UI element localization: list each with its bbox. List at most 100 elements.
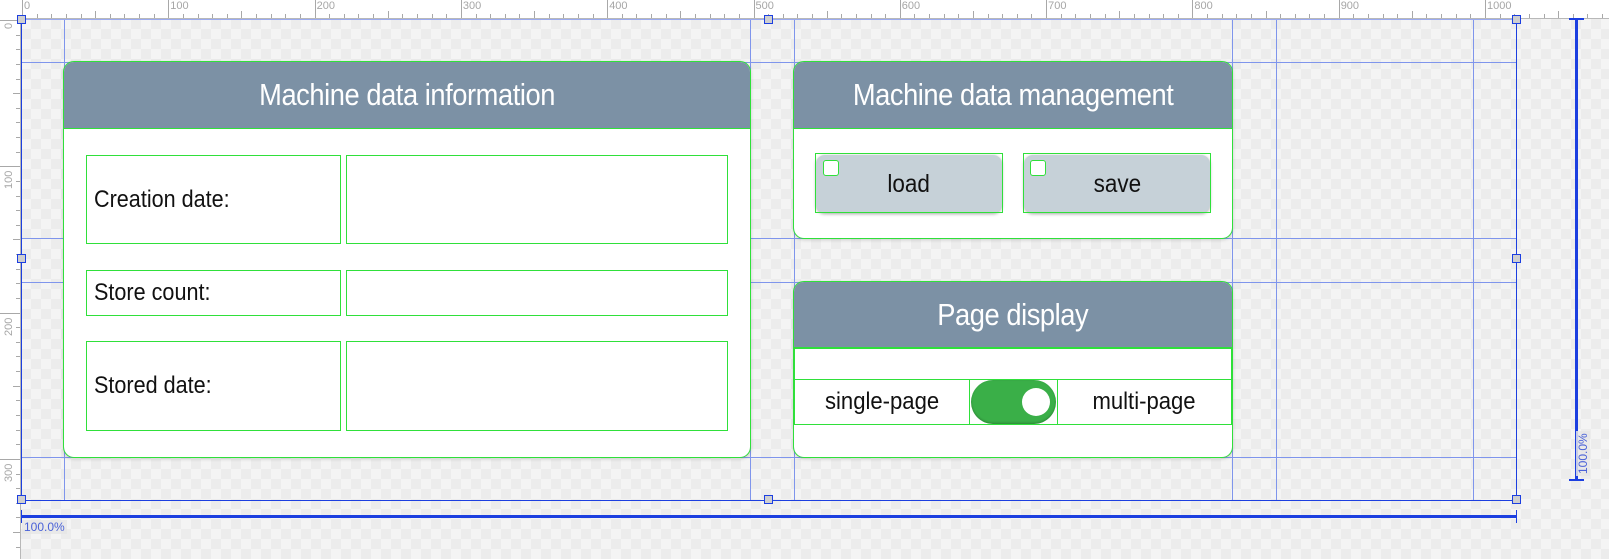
ruler-tick — [929, 14, 931, 18]
ruler-tick — [358, 14, 360, 18]
ruler-top[interactable]: 0 100 200 300 400 500 600 700 800 900 1000 — [20, 0, 1609, 19]
panel-header: Machine data management — [794, 62, 1232, 129]
stored-date-label: Stored date: — [86, 341, 341, 431]
ruler-label: 900 — [1340, 0, 1360, 12]
save-button-outline — [1023, 153, 1211, 213]
store-count-field[interactable] — [346, 270, 728, 316]
ruler-tick — [241, 11, 243, 18]
ruler-tick — [1002, 14, 1004, 18]
panel-title: Machine data information — [259, 77, 555, 112]
panel-title: Page display — [937, 296, 1089, 332]
ruler-tick — [534, 11, 536, 18]
ruler-label: 1000 — [1487, 0, 1512, 12]
ruler-tick — [343, 14, 345, 18]
height-dimension-cap-bottom — [1569, 479, 1584, 481]
ruler-tick — [680, 11, 682, 18]
ruler-tick — [1133, 14, 1135, 18]
ruler-tick — [299, 14, 301, 18]
ruler-tick — [285, 14, 287, 18]
ruler-tick — [168, 0, 170, 18]
ruler-tick — [1148, 14, 1150, 18]
ruler-left[interactable]: 0 100 200 300 — [0, 18, 21, 559]
ruler-tick — [16, 400, 20, 402]
ruler-tick — [65, 14, 67, 18]
resize-handle-middle-right[interactable] — [1512, 254, 1521, 263]
ruler-tick — [1338, 0, 1340, 18]
ruler-tick — [987, 14, 989, 18]
ruler-tick — [1602, 14, 1604, 18]
ruler-label: 300 — [3, 463, 15, 482]
ruler-tick — [16, 268, 20, 270]
ruler-label: 300 — [462, 0, 482, 12]
ruler-tick — [972, 11, 974, 18]
height-percent-label: 100.0% — [1576, 431, 1590, 476]
load-button-indicator — [823, 160, 839, 176]
stored-date-field[interactable] — [346, 341, 728, 431]
ruler-label: 200 — [316, 0, 335, 12]
ruler-tick — [1485, 0, 1486, 18]
store-count-label: Store count: — [86, 270, 341, 316]
guide-line-vertical[interactable] — [1473, 19, 1474, 501]
ruler-tick — [855, 14, 857, 18]
ruler-tick — [197, 14, 199, 18]
ruler-tick — [16, 49, 20, 51]
ruler-tick — [16, 224, 20, 226]
machine-data-management-panel: Machine data management load save — [793, 61, 1233, 239]
page-mode-toggle[interactable] — [971, 380, 1056, 424]
ruler-tick — [16, 137, 20, 139]
ruler-label: 500 — [755, 0, 774, 12]
load-button-outline — [815, 153, 1003, 213]
resize-handle-bottom-left[interactable] — [17, 495, 26, 504]
ruler-tick — [16, 195, 20, 197]
ruler-tick — [0, 458, 20, 460]
ruler-tick — [109, 14, 111, 18]
resize-handle-bottom-center[interactable] — [764, 495, 773, 504]
ruler-label: 100 — [3, 170, 15, 190]
panel-header: Machine data information — [64, 62, 750, 129]
toggle-knob — [1022, 388, 1050, 416]
ruler-tick — [577, 14, 579, 18]
ruler-tick — [16, 180, 20, 182]
ruler-tick — [1382, 14, 1384, 18]
guide-line-vertical[interactable] — [1232, 19, 1233, 501]
ruler-tick — [16, 151, 20, 153]
ruler-tick — [519, 14, 521, 18]
ruler-tick — [1499, 14, 1501, 18]
resize-handle-bottom-right[interactable] — [1512, 495, 1521, 504]
ruler-label: 0 — [24, 0, 31, 12]
resize-handle-top-center[interactable] — [764, 15, 773, 24]
ruler-tick — [1367, 14, 1369, 18]
ruler-tick — [373, 14, 375, 18]
resize-handle-top-right[interactable] — [1512, 15, 1521, 24]
ruler-tick — [1587, 14, 1589, 18]
machine-data-information-panel: Machine data information Creation date: … — [63, 61, 751, 458]
ruler-tick — [16, 341, 20, 343]
resize-handle-middle-left[interactable] — [17, 254, 26, 263]
ruler-tick — [124, 14, 126, 18]
ruler-tick — [1558, 11, 1560, 18]
ruler-tick — [139, 14, 141, 18]
guide-line-horizontal[interactable] — [21, 457, 1516, 458]
ruler-tick — [797, 14, 799, 18]
guide-line-vertical[interactable] — [750, 19, 751, 501]
guide-line-vertical[interactable] — [1276, 19, 1277, 501]
ruler-tick — [1221, 14, 1223, 18]
ruler-tick — [16, 34, 20, 36]
ruler-tick — [1324, 14, 1326, 18]
ruler-label: 400 — [609, 0, 628, 12]
ruler-tick — [1060, 14, 1062, 18]
multi-page-label[interactable]: multi-page — [1057, 379, 1232, 425]
ruler-tick — [1250, 14, 1252, 18]
ruler-tick — [329, 14, 331, 18]
ruler-tick — [36, 14, 38, 18]
ruler-tick — [709, 14, 711, 18]
ruler-tick — [1236, 14, 1238, 18]
ruler-tick — [563, 14, 565, 18]
panel-title: Machine data management — [852, 77, 1174, 112]
ruler-tick — [782, 14, 784, 18]
ruler-tick — [1207, 14, 1209, 18]
ruler-tick — [16, 63, 20, 65]
creation-date-field[interactable] — [346, 155, 728, 244]
single-page-label[interactable]: single-page — [794, 379, 970, 425]
resize-handle-top-left[interactable] — [17, 15, 26, 24]
